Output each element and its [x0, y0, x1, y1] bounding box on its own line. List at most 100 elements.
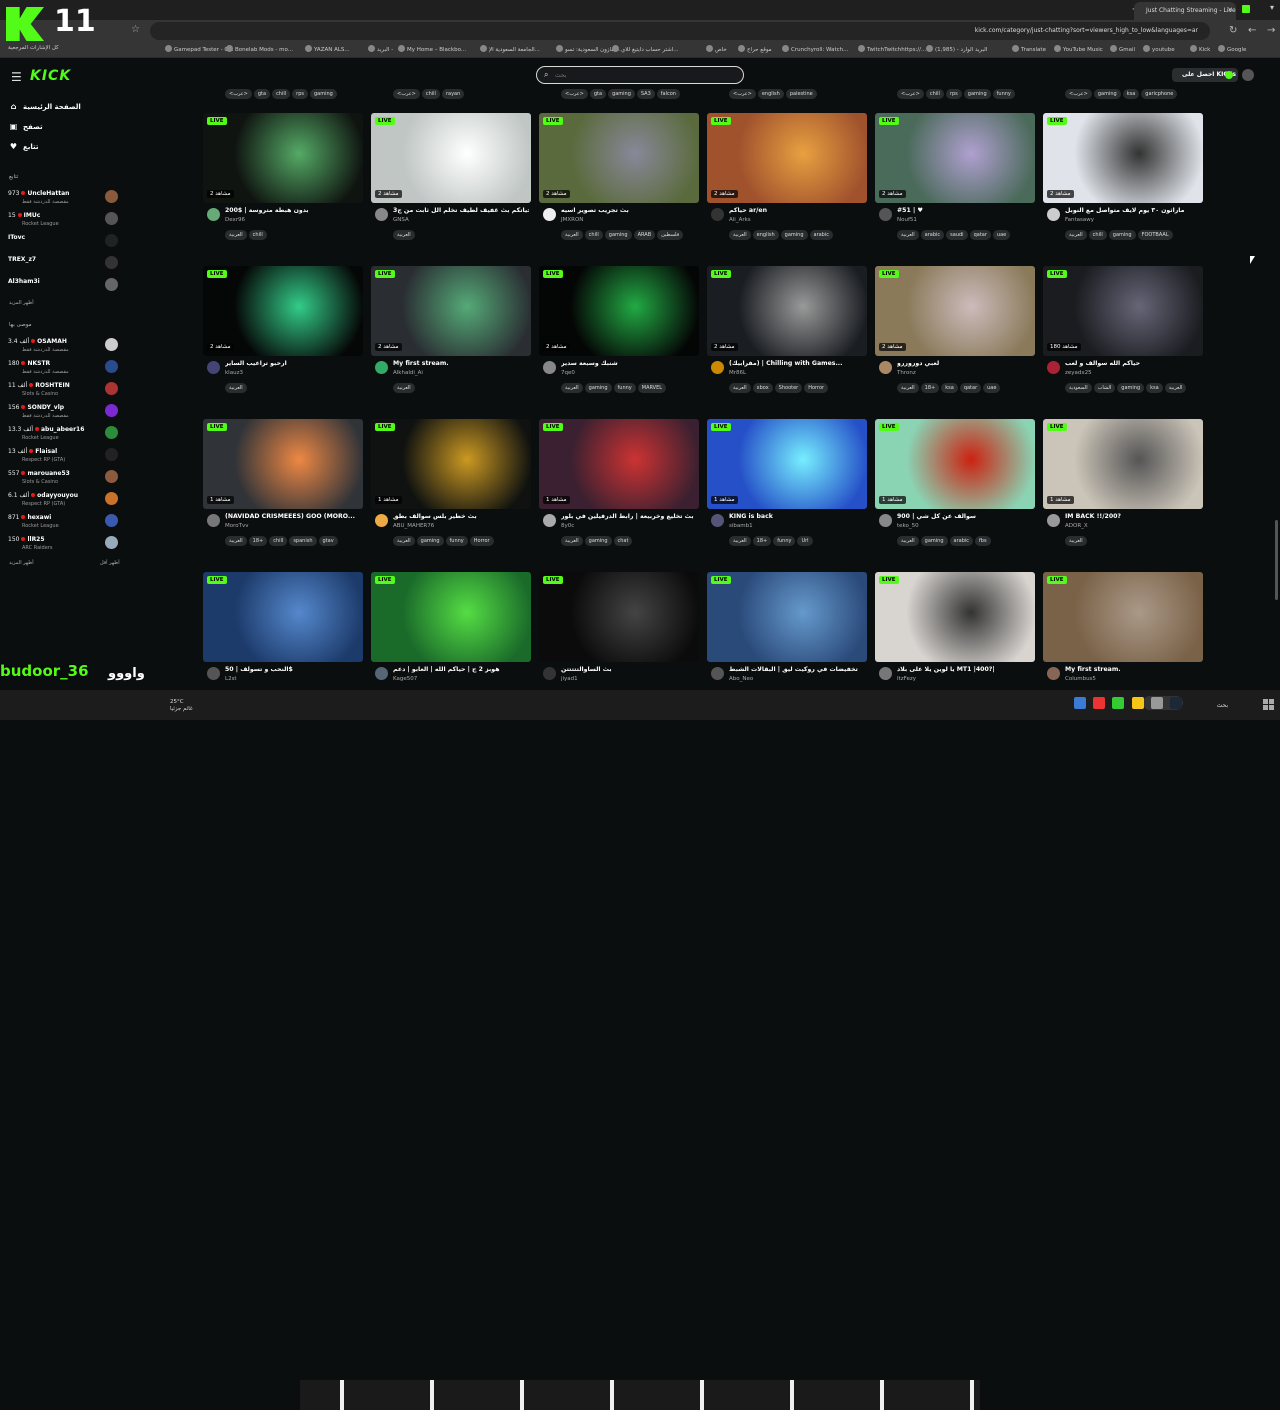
kick-logo[interactable]: KICK [30, 68, 82, 84]
bookmark-item[interactable]: Kick [1190, 45, 1210, 53]
tag-chip[interactable]: العربية [561, 383, 583, 393]
streamer-avatar[interactable] [879, 667, 892, 680]
stream-title[interactable]: ارحبو تراعيب الساير [225, 360, 361, 367]
forward-icon[interactable]: ← [1248, 25, 1256, 36]
stream-thumbnail[interactable]: LIVE 2 مشاهد [875, 113, 1035, 203]
tag-chip[interactable]: arabic [949, 536, 974, 546]
tag-chip[interactable]: العربية [225, 536, 247, 546]
tag-chip[interactable]: السعودية [1065, 383, 1092, 393]
bookmark-item[interactable]: Google [1218, 45, 1246, 53]
streamer-avatar[interactable] [543, 514, 556, 527]
streamer-name[interactable]: sibamb1 [729, 523, 753, 529]
stream-card[interactable]: LIVE 2 مشاهد بدون هبطة متروسة | $200 Dexr96… [203, 113, 363, 243]
tag-chip[interactable]: العربية [393, 230, 415, 240]
tag-chip[interactable]: العربية [729, 383, 751, 393]
streamer-name[interactable]: GNSA [393, 217, 409, 223]
sidebar-channel[interactable]: TREX_z7 [6, 254, 120, 274]
streamer-avatar[interactable] [879, 208, 892, 221]
tag-chip[interactable]: gaming [604, 230, 632, 240]
weather-widget[interactable]: 25°C غائم جزئيا [170, 699, 193, 713]
streamer-name[interactable]: Nouf51 [897, 217, 917, 223]
tag-chip[interactable]: palestine [785, 89, 817, 99]
streamer-name[interactable]: ItzFezy [897, 676, 916, 682]
sidebar-channel[interactable]: 6.1 ألف odayyouyou Respect RP (GTA) [6, 490, 120, 510]
sidebar-channel[interactable]: 871 hexawi Rocket League [6, 512, 120, 532]
show-more-following[interactable]: أظهر المزيد [9, 300, 34, 306]
tag-chip[interactable]: garicphone [1141, 89, 1178, 99]
bookmark-item[interactable]: موقع حراج [738, 45, 772, 53]
stream-card[interactable]: LIVE 1 مشاهد KING is back sibamb1 العربية 18+… [707, 419, 867, 549]
streamer-name[interactable]: Alkhaldi_Ai [393, 370, 423, 376]
bookmark-item[interactable]: البريد الوارد - (1,985) [926, 45, 987, 53]
tag-chip[interactable]: qatar [969, 230, 991, 240]
stream-thumbnail[interactable]: LIVE 2 مشاهد [539, 113, 699, 203]
streamer-avatar[interactable] [1047, 208, 1060, 221]
stream-title[interactable]: بث خطير بلس سوالف بطق [393, 513, 529, 520]
sidebar-channel[interactable]: 3.4 ألف OSAMAH مقصصة للدردشة فقط [6, 336, 120, 356]
tag-chip[interactable]: العربية [225, 230, 247, 240]
streamer-avatar[interactable] [879, 361, 892, 374]
stream-card[interactable]: LIVE 2 مشاهد شنبك وسبعة سدير 7qe0 العربية gam… [539, 266, 699, 396]
tag-chip[interactable]: العربية [729, 536, 751, 546]
tag-chip[interactable]: العربية [561, 230, 583, 240]
tag-chip[interactable]: 18+ [248, 536, 268, 546]
tag-chip[interactable]: gaming [584, 383, 612, 393]
tag-chip[interactable]: spanish [289, 536, 317, 546]
stream-thumbnail[interactable]: LIVE 2 مشاهد [1043, 113, 1203, 203]
address-bar[interactable]: kick.com/category/just-chatting?sort=vie… [150, 22, 1210, 40]
tag-chip[interactable]: Horror [804, 383, 829, 393]
tag-chip[interactable]: english [752, 230, 779, 240]
stream-title[interactable]: سوالف عن كل شي | 900 [897, 513, 1033, 520]
streamer-name[interactable]: teko_50 [897, 523, 919, 529]
bookmark-item[interactable]: Gamepad Tester - C... [165, 45, 234, 53]
tag-chip[interactable]: Url [797, 536, 813, 546]
streamer-avatar[interactable] [375, 667, 388, 680]
tag-chip[interactable]: gaming [1117, 383, 1145, 393]
tag-chip[interactable]: ksa [941, 383, 958, 393]
stream-title[interactable]: حياكم ar/en [729, 207, 865, 214]
streamer-avatar[interactable] [375, 361, 388, 374]
streamer-avatar[interactable] [207, 667, 220, 680]
stream-title[interactable]: يا لوين يلا على بلاد MT1 |400?| [897, 666, 1033, 673]
bookmark-item[interactable]: خاص [706, 45, 727, 53]
bookmark-item[interactable]: TwitchTwitchhttps://... [858, 45, 926, 53]
tag-chip[interactable]: gaming [1108, 230, 1136, 240]
tag-chip[interactable]: gaming [608, 89, 635, 99]
stream-title[interactable]: هوبز 2 ج | حياكم الله | العابو | دعم [393, 666, 529, 673]
streamer-avatar[interactable] [543, 361, 556, 374]
tag-chip[interactable]: funny [613, 383, 636, 393]
tag-chip[interactable]: arabic [920, 230, 945, 240]
streamer-avatar[interactable] [711, 361, 724, 374]
stream-card[interactable]: LIVE 2 مشاهد ماراثون ٣٠ يوم لايف متواصل مع… [1043, 113, 1203, 243]
sidebar-channel[interactable]: 13.3 ألف abu_abeer16 Rocket League [6, 424, 120, 444]
streamer-avatar[interactable] [1047, 667, 1060, 680]
bookmark-item[interactable]: youtube [1143, 45, 1175, 53]
bookmark-item[interactable]: Crunchyroll: Watch... [782, 45, 848, 53]
menu-icon[interactable]: ☰ [11, 70, 22, 84]
sidebar-channel[interactable]: 557 marouane53 Slots & Casino [6, 468, 120, 488]
stream-title[interactable]: (NAVIDAD CRISMEEES) GOO (MORO... [225, 513, 361, 520]
tag-chip[interactable]: FOOTBAAL [1137, 230, 1173, 240]
sidebar-channel[interactable]: 13 ألف Flaisal Respect RP (GTA) [6, 446, 120, 466]
stream-card[interactable]: LIVE 2 مشاهد حياتكم بث غفيف لطيف تخلم الل … [371, 113, 531, 243]
tag-chip[interactable]: <عرب> [729, 89, 756, 99]
tag-chip[interactable]: gaming [780, 230, 808, 240]
stream-title[interactable]: لعبي دوروررو [897, 360, 1033, 367]
stream-thumbnail[interactable]: LIVE 1 مشاهد [1043, 419, 1203, 509]
nav-home[interactable]: ⌂ الصفحة الرئيسية [9, 102, 81, 111]
stream-title[interactable]: بث الساوالتتتتتن [561, 666, 697, 673]
tag-chip[interactable]: gta [253, 89, 271, 99]
tag-chip[interactable]: <عرب> [225, 89, 252, 99]
nav-browse[interactable]: ▣ تصفح [9, 122, 43, 131]
stream-card[interactable]: LIVE 2 مشاهد حياكم ar/en Ali_Arks العربية eng… [707, 113, 867, 243]
streamer-avatar[interactable] [711, 667, 724, 680]
stream-card[interactable]: LIVE النحب و تسولف | 50$ L2st [203, 572, 363, 690]
sidebar-channel[interactable]: 150 llR25 ARC Raiders [6, 534, 120, 554]
sidebar-channel[interactable]: 973 UncleHattan مقصصة للدردشة فقط [6, 188, 120, 208]
sidebar-channel[interactable]: Al3ham3i [6, 276, 120, 296]
streamer-avatar[interactable] [711, 208, 724, 221]
get-kicks-button[interactable]: احصل على KICKs [1172, 68, 1238, 82]
tag-chip[interactable]: 18+ [920, 383, 940, 393]
tag-chip[interactable]: funny [445, 536, 468, 546]
stream-thumbnail[interactable]: LIVE [1043, 572, 1203, 662]
